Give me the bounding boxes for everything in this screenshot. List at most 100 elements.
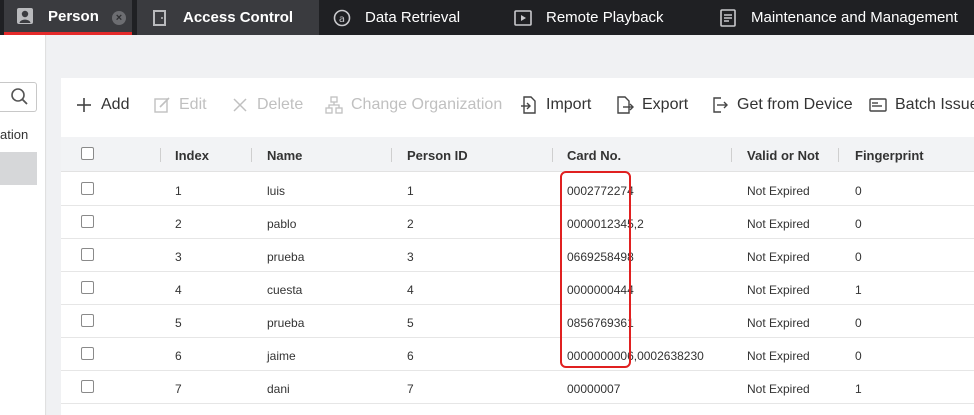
- batch-issue-button[interactable]: Batch Issue C: [869, 96, 974, 114]
- column-divider[interactable]: [391, 148, 392, 162]
- organization-search[interactable]: [0, 82, 37, 112]
- cell-index: 1: [175, 184, 182, 198]
- cell-person-id: 7: [407, 382, 414, 396]
- column-divider[interactable]: [160, 148, 161, 162]
- cell-fingerprint: 0: [855, 184, 862, 198]
- get-from-device-label: Get from Device: [737, 96, 853, 113]
- cell-index: 3: [175, 250, 182, 264]
- table-row[interactable]: 1 luis 1 0002772274 Not Expired 0: [61, 173, 974, 206]
- cell-valid: Not Expired: [747, 349, 810, 363]
- organization-icon: [325, 96, 343, 114]
- edit-icon: [153, 96, 171, 114]
- cell-person-id: 5: [407, 316, 414, 330]
- table-row[interactable]: 2 pablo 2 0000012345,2 Not Expired 0: [61, 206, 974, 239]
- person-table: Index Name Person ID Card No. Valid or N…: [61, 137, 974, 415]
- column-divider[interactable]: [552, 148, 553, 162]
- column-header-card-no[interactable]: Card No.: [567, 148, 621, 163]
- import-label: Import: [546, 96, 592, 113]
- table-row[interactable]: 5 prueba 5 0856769361 Not Expired 0: [61, 305, 974, 338]
- organization-selected-item[interactable]: [0, 152, 37, 185]
- tab-data-retrieval-label: Data Retrieval: [365, 9, 461, 26]
- tab-person-label: Person: [48, 7, 99, 25]
- cell-person-id: 6: [407, 349, 414, 363]
- cell-index: 2: [175, 217, 182, 231]
- cell-valid: Not Expired: [747, 184, 810, 198]
- column-header-fingerprint[interactable]: Fingerprint: [855, 148, 924, 163]
- cell-name: cuesta: [267, 283, 303, 297]
- maintenance-icon: [719, 8, 737, 27]
- change-organization-label: Change Organization: [351, 96, 503, 113]
- tab-remote-playback-label: Remote Playback: [546, 9, 664, 26]
- cell-fingerprint: 1: [855, 283, 862, 297]
- table-header: Index Name Person ID Card No. Valid or N…: [61, 137, 974, 172]
- cell-person-id: 2: [407, 217, 414, 231]
- svg-text:a: a: [339, 14, 345, 25]
- table-row[interactable]: 4 cuesta 4 0000000444 Not Expired 1: [61, 272, 974, 305]
- table-row[interactable]: 3 prueba 3 0669258498 Not Expired 0: [61, 239, 974, 272]
- select-all-checkbox[interactable]: [81, 147, 94, 160]
- cell-valid: Not Expired: [747, 250, 810, 264]
- delete-button[interactable]: Delete: [231, 96, 303, 114]
- column-header-valid[interactable]: Valid or Not: [747, 148, 819, 163]
- cell-index: 7: [175, 382, 182, 396]
- cell-name: jaime: [267, 349, 296, 363]
- change-organization-button[interactable]: Change Organization: [325, 96, 502, 114]
- tab-maintenance-management-label: Maintenance and Management: [751, 9, 958, 26]
- row-checkbox[interactable]: [81, 281, 94, 294]
- door-icon: [151, 9, 169, 27]
- tab-data-retrieval[interactable]: a Data Retrieval: [333, 0, 460, 35]
- cell-fingerprint: 0: [855, 349, 862, 363]
- cell-name: prueba: [267, 250, 305, 264]
- row-checkbox[interactable]: [81, 347, 94, 360]
- row-checkbox[interactable]: [81, 380, 94, 393]
- export-button[interactable]: Export: [616, 96, 688, 114]
- column-header-person-id[interactable]: Person ID: [407, 148, 468, 163]
- cell-name: pablo: [267, 217, 297, 231]
- organization-panel: ation: [0, 35, 46, 415]
- close-icon[interactable]: ×: [112, 11, 126, 25]
- add-label: Add: [101, 96, 130, 113]
- person-icon: [16, 7, 34, 25]
- cell-person-id: 4: [407, 283, 414, 297]
- cell-index: 6: [175, 349, 182, 363]
- batch-issue-label: Batch Issue C: [895, 96, 974, 113]
- import-button[interactable]: Import: [520, 96, 591, 114]
- add-button[interactable]: Add: [75, 96, 129, 114]
- cell-valid: Not Expired: [747, 217, 810, 231]
- tab-maintenance-management[interactable]: Maintenance and Management: [719, 0, 958, 35]
- cell-index: 5: [175, 316, 182, 330]
- delete-icon: [231, 96, 249, 114]
- cell-valid: Not Expired: [747, 316, 810, 330]
- cell-person-id: 1: [407, 184, 414, 198]
- delete-label: Delete: [257, 96, 304, 113]
- column-header-index[interactable]: Index: [175, 148, 209, 163]
- row-checkbox[interactable]: [81, 248, 94, 261]
- card-icon: [869, 96, 887, 114]
- tab-remote-playback[interactable]: Remote Playback: [514, 0, 664, 35]
- row-checkbox[interactable]: [81, 182, 94, 195]
- data-retrieval-icon: a: [333, 9, 351, 27]
- export-label: Export: [642, 96, 689, 113]
- get-from-device-button[interactable]: Get from Device: [711, 96, 853, 114]
- table-row[interactable]: 6 jaime 6 0000000006,0002638230 Not Expi…: [61, 338, 974, 371]
- edit-label: Edit: [179, 96, 207, 113]
- edit-button[interactable]: Edit: [153, 96, 207, 114]
- column-header-name[interactable]: Name: [267, 148, 302, 163]
- cell-fingerprint: 0: [855, 316, 862, 330]
- column-divider[interactable]: [731, 148, 732, 162]
- cell-name: prueba: [267, 316, 305, 330]
- cell-fingerprint: 1: [855, 382, 862, 396]
- table-row[interactable]: 7 dani 7 00000007 Not Expired 1: [61, 371, 974, 404]
- card-number-highlight-box: [560, 171, 631, 368]
- cell-fingerprint: 0: [855, 217, 862, 231]
- row-checkbox[interactable]: [81, 215, 94, 228]
- column-divider[interactable]: [838, 148, 839, 162]
- column-divider[interactable]: [251, 148, 252, 162]
- tab-person[interactable]: Person ×: [4, 0, 132, 35]
- plus-icon: [75, 96, 93, 114]
- search-icon[interactable]: [10, 87, 30, 107]
- organization-label: ation: [0, 127, 29, 142]
- cell-valid: Not Expired: [747, 382, 810, 396]
- tab-access-control[interactable]: Access Control: [137, 0, 319, 35]
- row-checkbox[interactable]: [81, 314, 94, 327]
